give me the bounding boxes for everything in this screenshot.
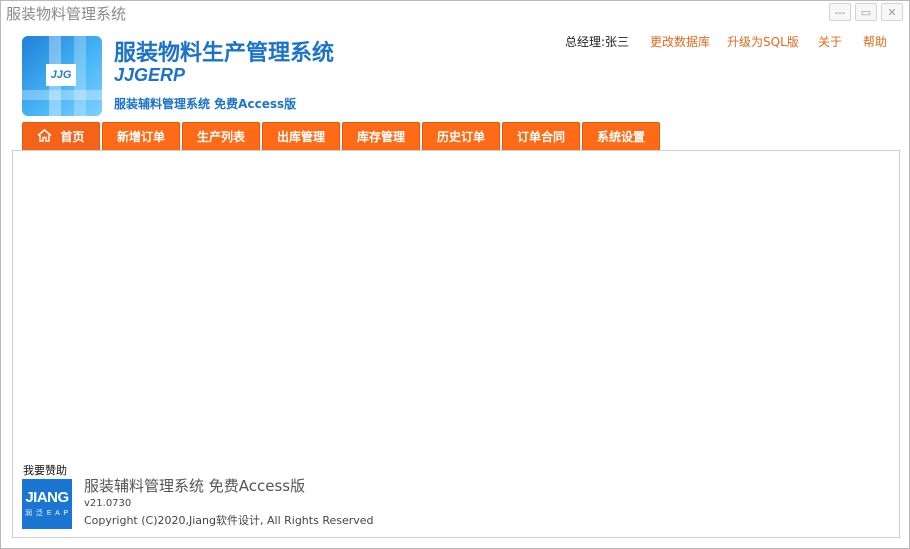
tab-inventory[interactable]: 库存管理 [342,122,420,150]
sponsor-logo[interactable]: JIANG 润 泛 E A P [22,479,72,529]
sponsor-label[interactable]: 我要赞助 [23,462,67,478]
upgrade-sql-link[interactable]: 升级为SQL版 [727,33,799,50]
footer-version: v21.0730 [84,498,132,509]
tab-new-order[interactable]: 新增订单 [102,122,180,150]
maximize-button[interactable]: ▭ [855,3,877,21]
top-links: 总经理:张三 更改数据库 升级为SQL版 关于 帮助 [1,33,909,49]
footer-copyright: Copyright (C)2020,Jiang软件设计, All Rights … [84,514,374,527]
change-database-link[interactable]: 更改数据库 [650,33,710,50]
sponsor-logo-subtext: 润 泛 E A P [24,510,69,517]
close-button[interactable]: ✕ [881,3,903,21]
tab-order-contract[interactable]: 订单合同 [502,122,580,150]
app-window: 服装物料管理系统 — ▭ ✕ JJG 服装物料生产管理系统 JJGERP 服装辅… [0,0,910,549]
tab-home[interactable]: 首页 [22,122,100,150]
window-title: 服装物料管理系统 [6,5,127,23]
tab-order-history[interactable]: 历史订单 [422,122,500,150]
help-link[interactable]: 帮助 [863,33,887,50]
about-link[interactable]: 关于 [818,33,842,50]
home-icon [37,124,53,152]
tab-production-list[interactable]: 生产列表 [182,122,260,150]
footer-title: 服装辅料管理系统 免费Access版 [84,477,306,495]
app-subtitle: JJGERP [114,65,186,85]
window-controls: — ▭ ✕ [829,3,903,21]
sponsor-logo-text: JIANG [25,489,69,506]
tab-outbound[interactable]: 出库管理 [262,122,340,150]
logo-text: JJG [46,64,76,86]
current-user: 总经理:张三 [565,35,630,49]
main-tabs: 首页 新增订单 生产列表 出库管理 库存管理 历史订单 订单合同 系统设置 [22,122,660,150]
minimize-button[interactable]: — [829,3,851,21]
tab-system-settings[interactable]: 系统设置 [582,122,660,150]
app-edition: 服装辅料管理系统 免费Access版 [114,97,297,111]
title-bar: 服装物料管理系统 — ▭ ✕ [1,1,909,25]
tab-label: 首页 [60,130,85,144]
